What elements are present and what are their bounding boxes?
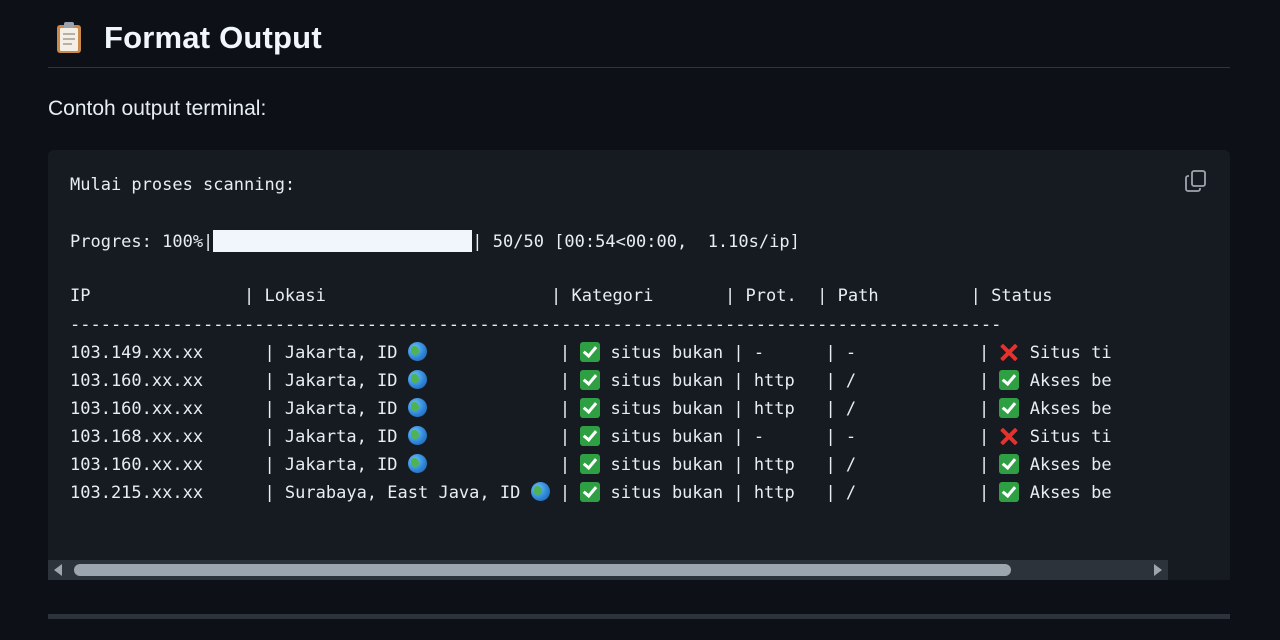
table-row: 103.215.xx.xx | Surabaya, East Java, ID … xyxy=(70,482,1112,504)
codebox-bottom-pad xyxy=(1168,560,1230,580)
check-mark-icon xyxy=(999,398,1020,418)
row-ip-location: 103.160.xx.xx | Jakarta, ID xyxy=(70,399,408,419)
progress-suffix: | 50/50 [00:54<00:00, 1.10s/ip] xyxy=(472,232,800,252)
section-divider xyxy=(48,614,1230,619)
row-gap: | xyxy=(549,483,581,503)
scrollbar-thumb[interactable] xyxy=(74,564,1011,576)
row-status: Situs ti xyxy=(1019,343,1112,363)
check-mark-icon xyxy=(580,398,601,418)
globe-icon xyxy=(407,454,427,473)
row-status: Situs ti xyxy=(1019,427,1112,447)
check-mark-icon xyxy=(999,370,1020,390)
horizontal-scrollbar[interactable] xyxy=(48,560,1168,580)
row-category: situs bukan | http | / | xyxy=(600,399,1000,419)
globe-icon xyxy=(530,482,550,501)
row-category: situs bukan | http | / | xyxy=(600,455,1000,475)
table-divider: ----------------------------------------… xyxy=(70,315,1002,335)
section-title: Format Output xyxy=(104,19,322,55)
row-gap: | xyxy=(426,455,581,475)
table-header: IP | Lokasi | Kategori | Prot. | Path | … xyxy=(70,286,1053,306)
row-status: Akses be xyxy=(1019,455,1112,475)
row-ip-location: 103.215.xx.xx | Surabaya, East Java, ID xyxy=(70,483,531,503)
check-mark-icon xyxy=(580,454,601,474)
globe-icon xyxy=(407,398,427,417)
row-status: Akses be xyxy=(1019,371,1112,391)
intro-text: Contoh output terminal: xyxy=(48,97,267,120)
globe-icon xyxy=(407,342,427,361)
row-gap: | xyxy=(426,427,581,447)
table-row: 103.168.xx.xx | Jakarta, ID | situs buka… xyxy=(70,426,1112,448)
cross-mark-icon xyxy=(999,426,1019,446)
section-heading: Format Output xyxy=(48,14,1230,68)
table-row: 103.160.xx.xx | Jakarta, ID | situs buka… xyxy=(70,454,1112,476)
check-mark-icon xyxy=(580,482,601,502)
copy-icon[interactable] xyxy=(1184,169,1208,193)
table-row: 103.149.xx.xx | Jakarta, ID | situs buka… xyxy=(70,342,1112,364)
check-mark-icon xyxy=(999,454,1020,474)
scroll-left-arrow-icon[interactable] xyxy=(54,564,62,576)
clipboard-icon xyxy=(57,21,81,53)
row-gap: | xyxy=(426,343,581,363)
check-mark-icon xyxy=(580,342,601,362)
globe-icon xyxy=(407,426,427,445)
table-row: 103.160.xx.xx | Jakarta, ID | situs buka… xyxy=(70,398,1112,420)
table-row: 103.160.xx.xx | Jakarta, ID | situs buka… xyxy=(70,370,1112,392)
scroll-right-arrow-icon[interactable] xyxy=(1154,564,1162,576)
check-mark-icon xyxy=(580,370,601,390)
progress-prefix: Progres: 100%| xyxy=(70,232,214,252)
row-ip-location: 103.168.xx.xx | Jakarta, ID xyxy=(70,427,408,447)
progress-bar xyxy=(213,230,473,252)
progress-line: Progres: 100%| | 50/50 [00:54<00:00, 1.10… xyxy=(70,230,800,253)
globe-icon xyxy=(407,370,427,389)
row-ip-location: 103.149.xx.xx | Jakarta, ID xyxy=(70,343,408,363)
row-gap: | xyxy=(426,399,581,419)
row-category: situs bukan | http | / | xyxy=(600,371,1000,391)
row-category: situs bukan | http | / | xyxy=(600,483,1000,503)
row-status: Akses be xyxy=(1019,399,1112,419)
check-mark-icon xyxy=(580,426,601,446)
row-gap: | xyxy=(426,371,581,391)
row-category: situs bukan | - | - | xyxy=(600,343,1000,363)
row-ip-location: 103.160.xx.xx | Jakarta, ID xyxy=(70,455,408,475)
check-mark-icon xyxy=(999,482,1020,502)
row-status: Akses be xyxy=(1019,483,1112,503)
cross-mark-icon xyxy=(999,342,1019,362)
code-lines: Mulai proses scanning: Progres: 100%| | 5… xyxy=(48,150,1168,560)
row-category: situs bukan | - | - | xyxy=(600,427,1000,447)
row-ip-location: 103.160.xx.xx | Jakarta, ID xyxy=(70,371,408,391)
code-line-scan-text: Mulai proses scanning: xyxy=(70,175,296,195)
